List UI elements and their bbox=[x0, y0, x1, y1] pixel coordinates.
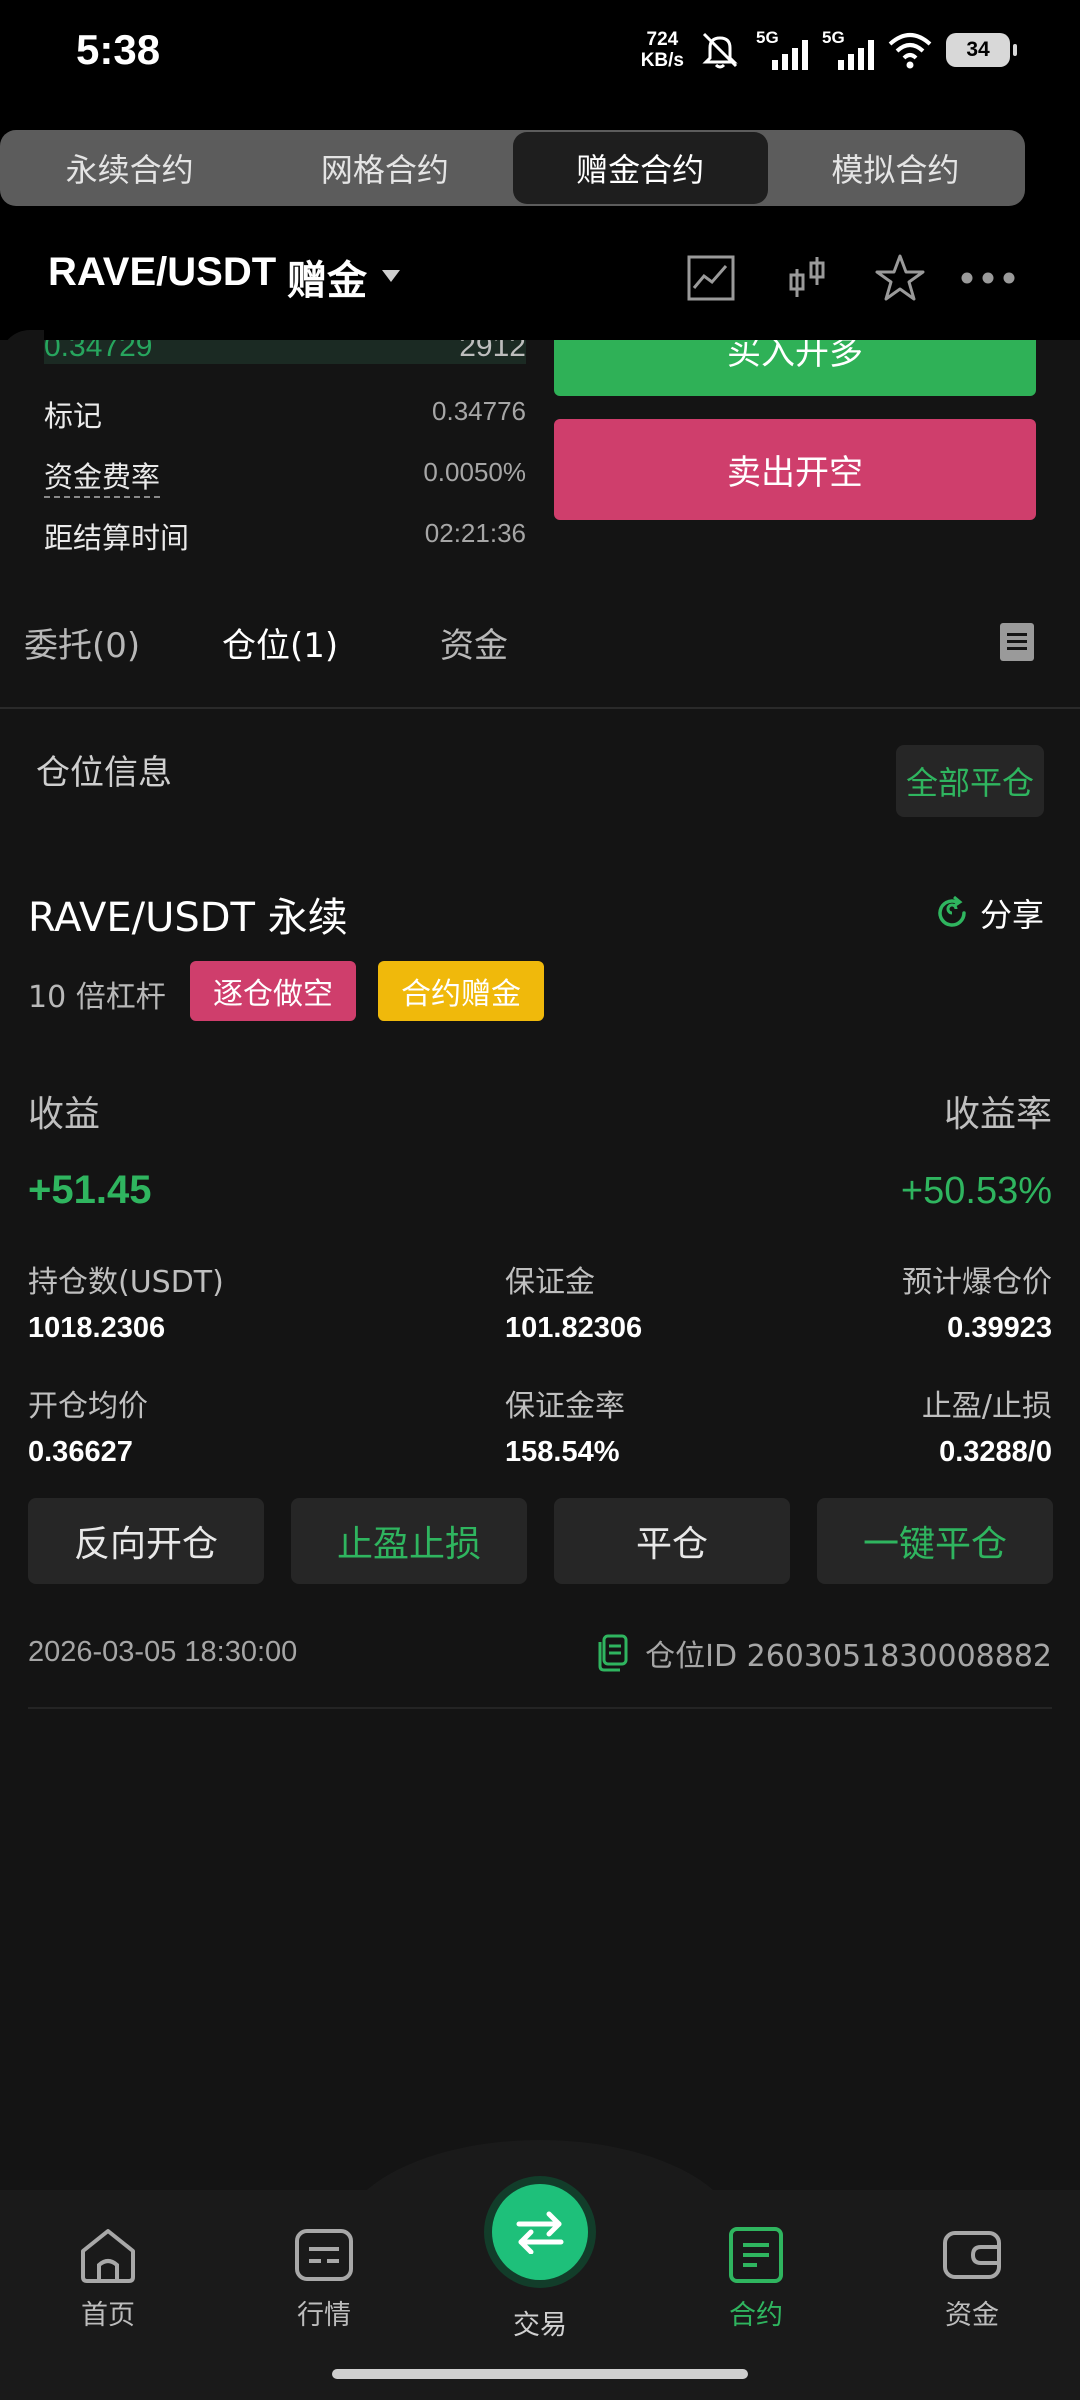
status-bar: 5:38 724 KB/s 5G 5G 34 bbox=[0, 0, 1080, 105]
nav-market-label: 行情 bbox=[297, 2300, 351, 2331]
signal-5g-2: 5G bbox=[822, 28, 874, 72]
share-icon bbox=[938, 895, 966, 927]
home-icon bbox=[81, 2229, 135, 2283]
chevron-down-icon[interactable] bbox=[382, 270, 400, 282]
isolated-short-badge: 逐仓做空 bbox=[190, 961, 356, 1021]
tpsl-button[interactable]: 止盈止损 bbox=[291, 1498, 527, 1584]
position-pair[interactable]: RAVE/USDT 永续 bbox=[28, 885, 348, 943]
pair-badge[interactable]: 赠金 bbox=[287, 248, 367, 306]
close-position-button[interactable]: 平仓 bbox=[554, 1498, 790, 1584]
sell-short-button[interactable]: 卖出开空 bbox=[554, 419, 1036, 520]
battery-indicator: 34 bbox=[946, 33, 1017, 67]
share-button[interactable]: 分享 bbox=[934, 890, 1044, 936]
status-icons: 724 KB/s 5G 5G 34 bbox=[641, 28, 1017, 72]
settlement-time-label: 距结算时间 bbox=[44, 521, 190, 555]
nav-trade-label[interactable]: 交易 bbox=[480, 2303, 600, 2342]
contract-icon bbox=[729, 2227, 783, 2283]
position-info-title: 仓位信息 bbox=[36, 753, 172, 793]
nav-contract-label: 合约 bbox=[729, 2300, 783, 2331]
funding-rate-label[interactable]: 资金费率 bbox=[44, 454, 161, 498]
leverage-label: 10 倍杠杆 bbox=[28, 980, 166, 1015]
close-all-button[interactable]: 全部平仓 bbox=[896, 745, 1044, 817]
chart-line-icon[interactable] bbox=[683, 250, 739, 306]
settlement-time-value: 02:21:36 bbox=[424, 518, 526, 548]
liquidation-price-value: 0.39923 bbox=[947, 1312, 1052, 1344]
profit-value: +51.45 bbox=[28, 1168, 152, 1212]
swap-icon bbox=[516, 2211, 564, 2254]
entry-price-label: 开仓均价 bbox=[28, 1389, 148, 1424]
market-icon bbox=[295, 2229, 353, 2281]
funding-rate-value: 0.0050% bbox=[423, 457, 526, 487]
nav-contract[interactable]: 合约 bbox=[696, 2225, 816, 2332]
profit-rate-label: 收益率 bbox=[943, 1094, 1052, 1135]
net-speed-unit: KB/s bbox=[640, 50, 684, 71]
position-id-text: 仓位ID 2603051830008882 bbox=[645, 1639, 1052, 1674]
signal-5g-1: 5G bbox=[756, 28, 808, 72]
liquidation-price-label: 预计爆仓价 bbox=[902, 1265, 1052, 1300]
margin-value: 101.82306 bbox=[505, 1312, 643, 1344]
star-icon[interactable] bbox=[872, 250, 928, 306]
position-size-label: 持仓数(USDT) bbox=[28, 1265, 224, 1300]
candlestick-icon[interactable] bbox=[779, 250, 835, 306]
net-speed-value: 724 bbox=[646, 29, 679, 50]
pair-title[interactable]: RAVE/USDT bbox=[48, 250, 276, 295]
funding-rate-text: 资金费率 bbox=[44, 460, 161, 498]
tab-positions[interactable]: 仓位(1) bbox=[222, 618, 338, 667]
position-divider bbox=[28, 1707, 1052, 1709]
position-date: 2026-03-05 18:30:00 bbox=[28, 1636, 298, 1668]
contract-bonus-badge: 合约赠金 bbox=[378, 961, 544, 1021]
wallet-icon bbox=[943, 2231, 1001, 2279]
nav-market[interactable]: 行情 bbox=[264, 2225, 384, 2332]
entry-price-value: 0.36627 bbox=[28, 1436, 133, 1468]
position-id[interactable]: 仓位ID 2603051830008882 bbox=[595, 1631, 1052, 1675]
nav-trade[interactable] bbox=[492, 2184, 588, 2280]
tab-perpetual[interactable]: 永续合约 bbox=[2, 132, 257, 204]
tab-bonus[interactable]: 赠金合约 bbox=[512, 132, 768, 204]
copy-icon bbox=[598, 1634, 628, 1672]
home-indicator[interactable] bbox=[332, 2369, 748, 2379]
one-click-close-button[interactable]: 一键平仓 bbox=[817, 1498, 1053, 1584]
section-divider bbox=[0, 707, 1080, 709]
profit-label: 收益 bbox=[28, 1094, 101, 1135]
tab-grid[interactable]: 网格合约 bbox=[257, 132, 512, 204]
reverse-open-button[interactable]: 反向开仓 bbox=[28, 1498, 264, 1584]
position-size-value: 1018.2306 bbox=[28, 1312, 166, 1344]
mark-price-label: 标记 bbox=[44, 399, 103, 433]
margin-rate-value: 158.54% bbox=[505, 1436, 620, 1468]
nav-home-label: 首页 bbox=[81, 2300, 135, 2331]
nav-wallet-label: 资金 bbox=[945, 2300, 999, 2331]
mark-price-value: 0.34776 bbox=[432, 396, 526, 426]
bell-muted-icon bbox=[702, 32, 738, 69]
nav-wallet[interactable]: 资金 bbox=[912, 2225, 1032, 2332]
tab-demo[interactable]: 模拟合约 bbox=[768, 132, 1023, 204]
net-speed: 724 KB/s bbox=[641, 29, 684, 71]
contract-type-tabs: 永续合约 网格合约 赠金合约 模拟合约 bbox=[0, 130, 1025, 206]
document-icon[interactable] bbox=[1000, 623, 1034, 661]
status-time: 5:38 bbox=[76, 26, 161, 73]
tpsl-value[interactable]: 0.3288/0 bbox=[939, 1436, 1052, 1469]
tab-orders[interactable]: 委托(0) bbox=[24, 618, 140, 667]
profit-rate-value: +50.53% bbox=[900, 1170, 1052, 1212]
more-icon[interactable] bbox=[960, 250, 1016, 306]
share-label: 分享 bbox=[980, 896, 1045, 934]
margin-rate-label: 保证金率 bbox=[505, 1389, 625, 1424]
tpsl-label: 止盈/止损 bbox=[921, 1389, 1052, 1424]
margin-label: 保证金 bbox=[505, 1265, 595, 1300]
tab-assets[interactable]: 资金 bbox=[440, 618, 508, 667]
wifi-icon bbox=[888, 33, 932, 69]
nav-home[interactable]: 首页 bbox=[48, 2225, 168, 2332]
